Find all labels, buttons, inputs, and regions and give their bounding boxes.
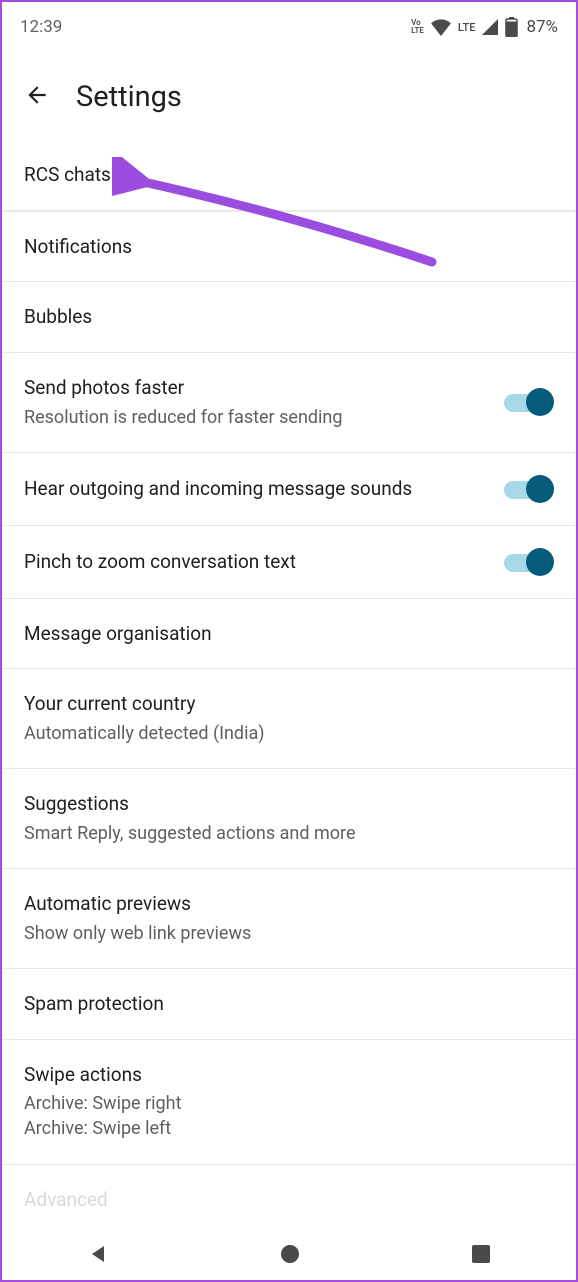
nav-home-icon: [278, 1242, 302, 1266]
back-button[interactable]: [24, 82, 50, 112]
lte-label: LTE: [458, 21, 476, 34]
item-title: Advanced: [24, 1187, 556, 1213]
cellular-icon: [481, 18, 499, 36]
nav-recent-icon: [470, 1243, 492, 1265]
volte-icon: Vo LTE: [411, 19, 424, 35]
item-swipe-actions[interactable]: Swipe actions Archive: Swipe right Archi…: [2, 1040, 576, 1165]
item-title: Pinch to zoom conversation text: [24, 549, 492, 575]
item-title: Suggestions: [24, 791, 556, 817]
page-title: Settings: [76, 80, 182, 114]
battery-icon: [505, 17, 518, 37]
item-title: Notifications: [24, 234, 556, 260]
header: Settings: [2, 46, 576, 140]
item-advanced[interactable]: Advanced: [2, 1165, 576, 1219]
item-subtitle: Archive: Swipe right: [24, 1091, 556, 1116]
item-send-photos-faster[interactable]: Send photos faster Resolution is reduced…: [2, 353, 576, 453]
nav-back-icon: [86, 1242, 110, 1266]
nav-back-button[interactable]: [86, 1242, 110, 1266]
item-current-country[interactable]: Your current country Automatically detec…: [2, 669, 576, 769]
item-rcs-chats[interactable]: RCS chats: [2, 140, 576, 211]
status-time: 12:39: [20, 17, 62, 37]
settings-list: RCS chats Notifications Bubbles Send pho…: [2, 140, 576, 1218]
item-subtitle: Automatically detected (India): [24, 721, 556, 746]
item-subtitle-2: Archive: Swipe left: [24, 1116, 556, 1141]
item-message-sounds[interactable]: Hear outgoing and incoming message sound…: [2, 453, 576, 526]
item-subtitle: Resolution is reduced for faster sending: [24, 405, 492, 430]
item-message-organisation[interactable]: Message organisation: [2, 599, 576, 670]
wifi-icon: [430, 18, 452, 36]
nav-home-button[interactable]: [278, 1242, 302, 1266]
item-title: Hear outgoing and incoming message sound…: [24, 476, 492, 502]
status-bar: 12:39 Vo LTE LTE 87%: [2, 2, 576, 46]
nav-recent-button[interactable]: [470, 1243, 492, 1265]
toggle-pinch[interactable]: [504, 548, 556, 576]
item-title: Message organisation: [24, 621, 556, 647]
item-subtitle: Smart Reply, suggested actions and more: [24, 821, 556, 846]
item-title: Bubbles: [24, 304, 556, 330]
item-title: Swipe actions: [24, 1062, 556, 1088]
item-title: Send photos faster: [24, 375, 492, 401]
item-spam-protection[interactable]: Spam protection: [2, 969, 576, 1040]
battery-percent: 87%: [526, 17, 558, 37]
item-suggestions[interactable]: Suggestions Smart Reply, suggested actio…: [2, 769, 576, 869]
item-pinch-zoom[interactable]: Pinch to zoom conversation text: [2, 526, 576, 599]
item-automatic-previews[interactable]: Automatic previews Show only web link pr…: [2, 869, 576, 969]
item-bubbles[interactable]: Bubbles: [2, 282, 576, 353]
item-title: Spam protection: [24, 991, 556, 1017]
item-title: RCS chats: [24, 162, 556, 188]
arrow-left-icon: [24, 82, 50, 108]
item-notifications[interactable]: Notifications: [2, 211, 576, 283]
toggle-sounds[interactable]: [504, 475, 556, 503]
item-title: Automatic previews: [24, 891, 556, 917]
toggle-send-photos[interactable]: [504, 388, 556, 416]
item-subtitle: Show only web link previews: [24, 921, 556, 946]
android-nav-bar: [2, 1228, 576, 1280]
item-title: Your current country: [24, 691, 556, 717]
status-icons: Vo LTE LTE 87%: [411, 17, 558, 37]
